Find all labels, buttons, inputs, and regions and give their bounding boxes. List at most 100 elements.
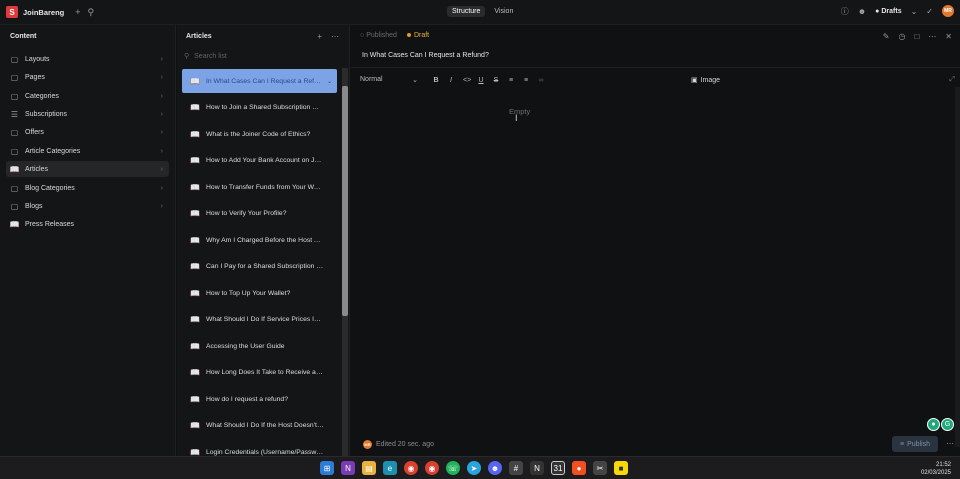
tab-published[interactable]: ○ Published	[360, 32, 397, 39]
list-item[interactable]: 📖 What Should I Do If the Host Doesn't R…	[182, 413, 337, 437]
snipping-tool-icon[interactable]: ✂	[593, 461, 607, 475]
list-item[interactable]: 📖 How to Top Up Your Wallet?	[182, 281, 337, 305]
search-input[interactable]: Search list	[194, 53, 227, 60]
tab-structure[interactable]: Structure	[447, 6, 486, 17]
sidebar-item-pages[interactable]: ▢ Pages ›	[6, 69, 169, 85]
check-circle-icon[interactable]: ✓	[926, 7, 933, 16]
list-item[interactable]: 📖 Why Am I Charged Before the Host Appro…	[182, 228, 337, 252]
app-logo[interactable]: S	[6, 6, 18, 18]
list-item[interactable]: 📖 How Long Does It Take to Receive a Ref…	[182, 360, 337, 384]
chrome-icon[interactable]: ◉	[404, 461, 418, 475]
onenote-icon[interactable]: N	[341, 461, 355, 475]
bullet-list-icon[interactable]: ≡	[508, 77, 514, 84]
list-item[interactable]: 📖 Accessing the User Guide	[182, 334, 337, 358]
sidebar-item-article-categories[interactable]: ▢ Article Categories ›	[6, 143, 169, 159]
document-icon: ▢	[10, 72, 19, 82]
help-icon[interactable]: ⓘ	[841, 6, 849, 17]
publish-button[interactable]: ≡ Publish	[892, 436, 938, 452]
sidebar-item-offers[interactable]: ▢ Offers ›	[6, 124, 169, 140]
document-title[interactable]: In What Cases Can I Request a Refund?	[362, 52, 489, 59]
system-clock[interactable]: 21:52 02/03/2025	[921, 461, 951, 477]
list-item[interactable]: 📖 How do I request a refund?	[182, 387, 337, 411]
add-icon[interactable]: +	[317, 32, 322, 41]
list-item-label: What Should I Do If the Host Doesn't Res…	[206, 421, 324, 429]
editor-placeholder[interactable]: Empty	[509, 107, 530, 116]
tab-draft[interactable]: Draft	[406, 32, 429, 39]
block-style-select[interactable]: Normal ⌄	[360, 76, 418, 84]
telegram-icon[interactable]: ➤	[467, 461, 481, 475]
drafts-label: Drafts	[881, 7, 902, 15]
app-name[interactable]: JoinBareng	[23, 8, 64, 17]
sidebar-item-blogs[interactable]: ▢ Blogs ›	[6, 198, 169, 214]
expand-icon[interactable]: ⤢	[949, 76, 955, 84]
drafts-selector[interactable]: ● Drafts	[875, 8, 901, 15]
book-icon: 📖	[190, 155, 200, 165]
list-item[interactable]: 📖 Can I Pay for a Shared Subscription wi…	[182, 254, 337, 278]
users-icon[interactable]: ☻	[858, 7, 866, 16]
slack-icon[interactable]: #	[509, 461, 523, 475]
chevron-down-icon[interactable]: ⌄	[911, 7, 918, 16]
calendar-icon[interactable]: 31	[551, 461, 565, 475]
link-icon[interactable]: ∞	[538, 77, 544, 84]
discord-icon[interactable]: ☻	[488, 461, 502, 475]
italic-button[interactable]: I	[448, 77, 454, 84]
draft-dot-icon	[406, 33, 411, 37]
whatsapp-icon[interactable]: ☏	[446, 461, 460, 475]
list-item[interactable]: 📖 Login Credentials (Username/Password)	[182, 440, 337, 457]
edited-text: Edited 20 sec. ago	[376, 441, 434, 448]
sidebar-item-blog-categories[interactable]: ▢ Blog Categories ›	[6, 180, 169, 196]
more-icon[interactable]: ⋯	[946, 439, 954, 448]
list-item[interactable]: 📖 How to Add Your Bank Account on JoinBa…	[182, 148, 337, 172]
sidebar-item-label: Article Categories	[25, 147, 81, 155]
more-icon[interactable]: ⋯	[331, 32, 339, 41]
chevron-down-icon[interactable]: ⌄	[327, 78, 332, 85]
add-icon[interactable]: +	[75, 7, 80, 17]
insert-image-button[interactable]: ▣ Image	[691, 76, 720, 85]
scrollbar[interactable]	[955, 87, 960, 447]
tab-vision[interactable]: Vision	[489, 6, 518, 17]
chevron-right-icon: ›	[160, 55, 163, 63]
numbered-list-icon[interactable]: ≡	[523, 77, 529, 84]
floating-widgets: ● G	[927, 418, 954, 431]
sidebar-item-label: Blog Categories	[25, 184, 75, 192]
history-icon[interactable]: ◷	[898, 32, 905, 41]
search-icon[interactable]: ⚲	[88, 7, 95, 18]
chrome-profile-icon[interactable]: ◉	[425, 461, 439, 475]
underline-button[interactable]: U	[478, 77, 484, 84]
list-item[interactable]: 📖 In What Cases Can I Request a Refund? …	[182, 69, 337, 93]
list-item[interactable]: 📖 What is the Joiner Code of Ethics?	[182, 122, 337, 146]
formatting-toolbar: Normal ⌄ B I <> U S ≡ ≡ ∞ ▣ Image ⤢	[360, 73, 955, 87]
windows-start-icon[interactable]: ⊞	[320, 461, 334, 475]
close-icon[interactable]: ✕	[945, 32, 952, 41]
file-explorer-icon[interactable]: ▤	[362, 461, 376, 475]
strikethrough-button[interactable]: S	[493, 77, 499, 84]
bold-button[interactable]: B	[433, 77, 439, 84]
notion-icon[interactable]: N	[530, 461, 544, 475]
edit-icon[interactable]: ✎	[883, 32, 890, 41]
list-item[interactable]: 📖 How to Join a Shared Subscription Grou…	[182, 95, 337, 119]
scrollbar[interactable]	[342, 68, 348, 456]
grammar-icon[interactable]: G	[941, 418, 954, 431]
articles-search[interactable]: ⚲ Search list	[184, 52, 227, 61]
avatar[interactable]: MR	[942, 5, 954, 17]
sidebar-item-subscriptions[interactable]: ☰ Subscriptions ›	[6, 106, 169, 122]
published-label: Published	[366, 32, 397, 39]
scrollbar-thumb[interactable]	[342, 86, 348, 316]
list-item[interactable]: 📖 What Should I Do If Service Prices Inc…	[182, 307, 337, 331]
clock-date: 02/03/2025	[920, 470, 951, 476]
list-item[interactable]: 📖 How to Verify Your Profile?	[182, 201, 337, 225]
sidebar-item-categories[interactable]: ▢ Categories ›	[6, 88, 169, 104]
figma-icon[interactable]: ●	[572, 461, 586, 475]
location-icon[interactable]: ●	[927, 418, 940, 431]
edge-icon[interactable]: e	[383, 461, 397, 475]
sidebar-item-layouts[interactable]: ▢ Layouts ›	[6, 51, 169, 67]
sidebar-item-articles[interactable]: 📖 Articles ›	[6, 161, 169, 177]
editor-footer: MR Edited 20 sec. ago ≡ Publish ⋯	[351, 434, 960, 456]
chevron-right-icon: ›	[160, 73, 163, 81]
list-item[interactable]: 📖 How to Transfer Funds from Your Wallet…	[182, 175, 337, 199]
comment-icon[interactable]: □	[914, 32, 919, 41]
sticky-notes-icon[interactable]: ■	[614, 461, 628, 475]
code-button[interactable]: <>	[463, 77, 471, 84]
more-icon[interactable]: ⋯	[928, 32, 936, 41]
sidebar-item-press-releases[interactable]: 📖 Press Releases	[6, 216, 169, 232]
